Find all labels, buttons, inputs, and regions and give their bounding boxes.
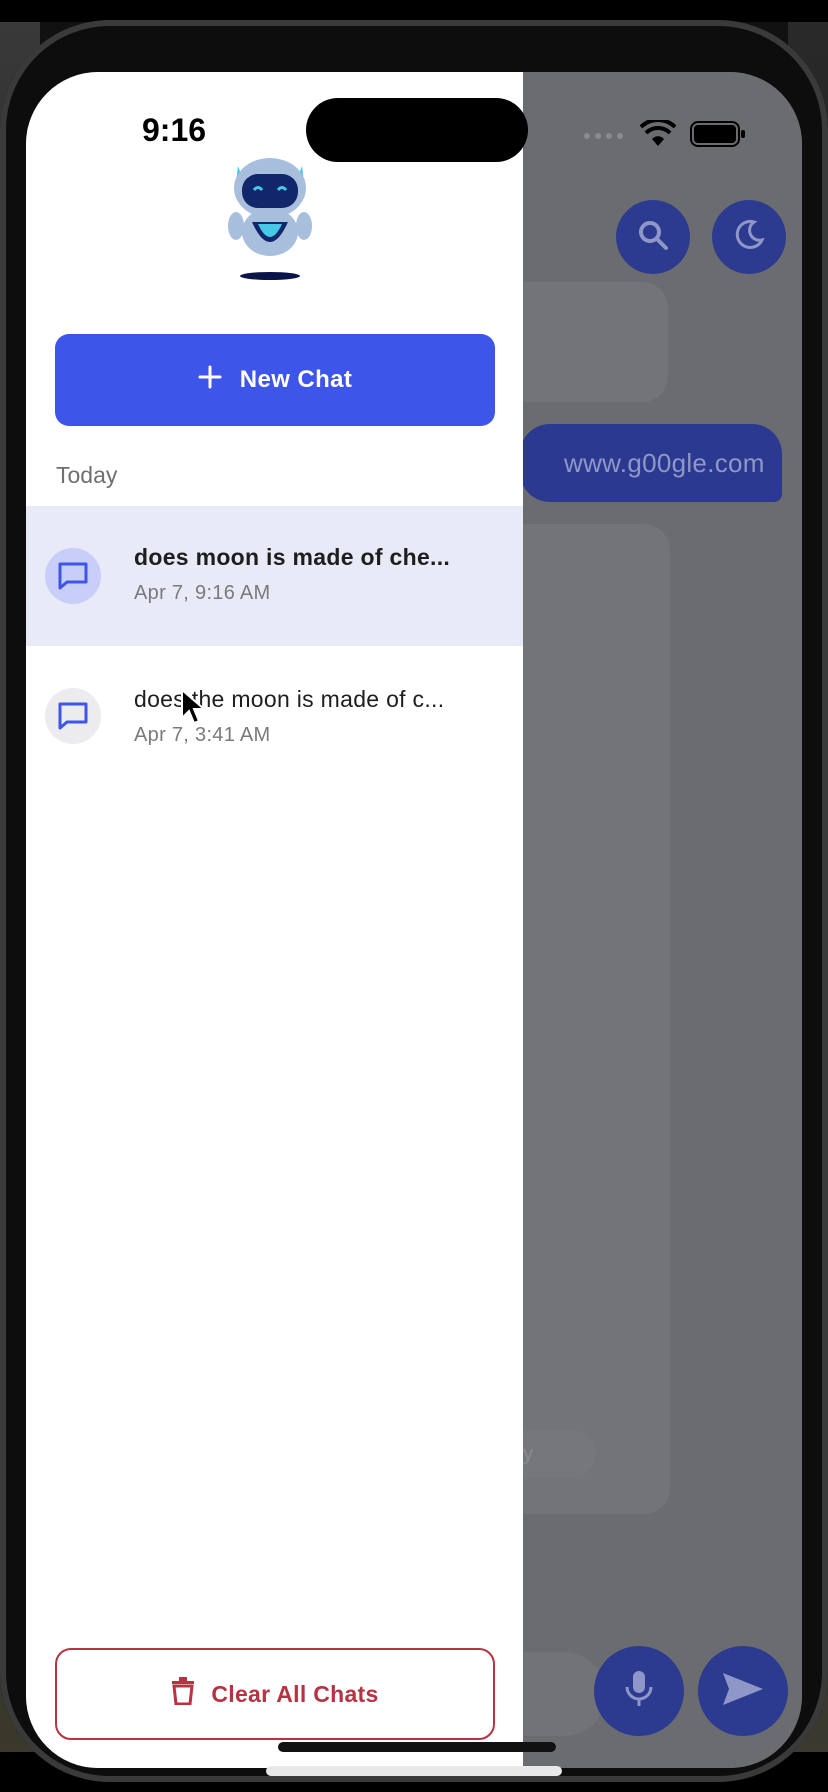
wifi-icon (639, 117, 677, 153)
chat-title: does moon is made of che... (134, 544, 451, 570)
plus-icon (198, 365, 222, 396)
clear-all-chats-label: Clear All Chats (211, 1680, 379, 1707)
mic-icon (624, 1669, 654, 1714)
section-header-today: Today (56, 462, 118, 488)
search-icon (636, 218, 670, 257)
chat-history-item[interactable]: does the moon is made of c... Apr 7, 3:4… (26, 648, 523, 788)
mouse-cursor-icon (180, 687, 208, 728)
theme-toggle-button[interactable] (712, 200, 786, 274)
mic-button[interactable] (594, 1646, 684, 1736)
user-message-bubble: www.g00gle.com (520, 424, 782, 502)
send-button[interactable] (698, 1646, 788, 1736)
chat-timestamp: Apr 7, 9:16 AM (134, 582, 271, 604)
chat-bubble-icon (45, 688, 101, 744)
top-black-bar (0, 0, 828, 22)
phone-screen: www.g00gle.com gy 9:16 (26, 72, 802, 1768)
new-chat-button[interactable]: New Chat (55, 334, 495, 426)
send-icon (721, 1671, 765, 1712)
status-icons (582, 117, 746, 153)
home-indicator[interactable] (278, 1742, 556, 1752)
new-chat-label: New Chat (239, 366, 353, 393)
phone-frame: www.g00gle.com gy 9:16 (0, 20, 828, 1782)
dynamic-island (306, 98, 528, 162)
trash-icon (171, 1677, 195, 1711)
battery-icon (690, 120, 746, 153)
clear-all-chats-button[interactable]: Clear All Chats (55, 1648, 495, 1740)
chat-bubble-icon (45, 548, 101, 604)
robot-logo (222, 152, 318, 282)
chat-history-item[interactable]: does moon is made of che... Apr 7, 9:16 … (26, 506, 523, 646)
search-button[interactable] (616, 200, 690, 274)
moon-icon (732, 218, 766, 257)
signal-dots-icon (582, 128, 626, 146)
status-time: 9:16 (142, 112, 207, 148)
outer-home-indicator (266, 1766, 562, 1776)
chat-history-drawer: 9:16 New Chat Today does moon is made of… (26, 72, 523, 1768)
